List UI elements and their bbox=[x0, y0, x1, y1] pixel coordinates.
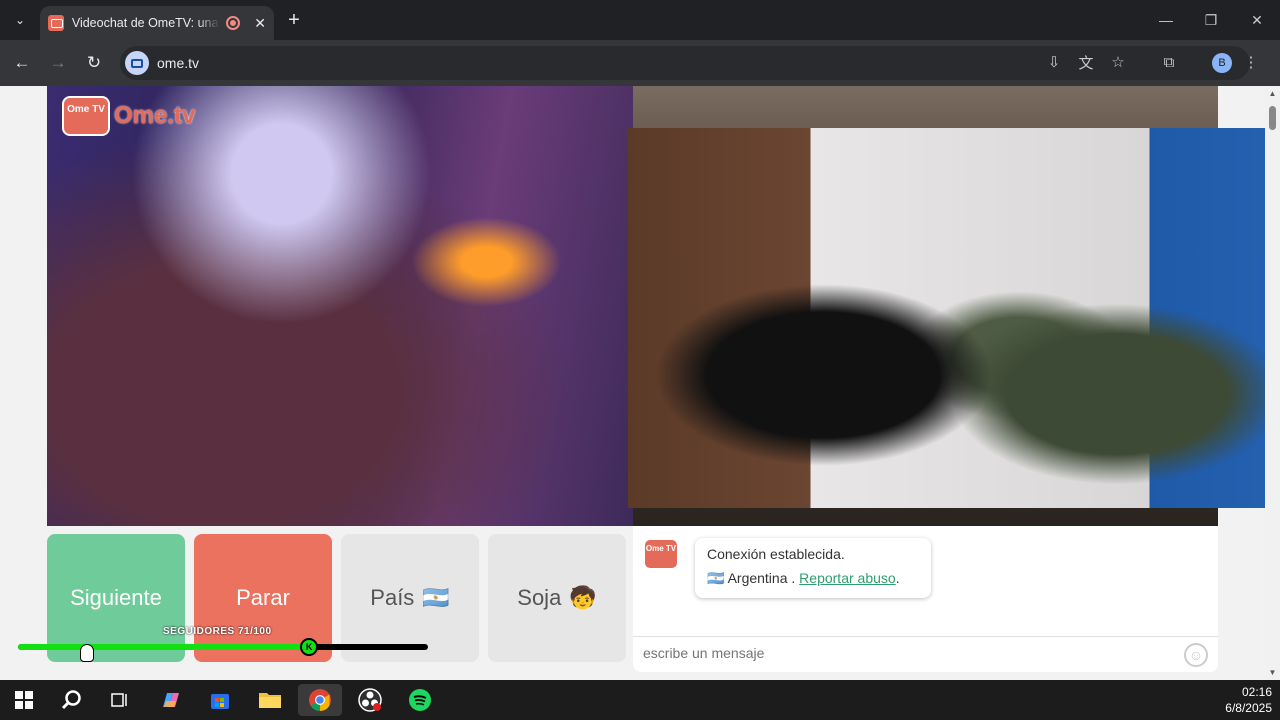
microsoft-store-icon[interactable] bbox=[198, 684, 242, 716]
clock-date: 6/8/2025 bbox=[1225, 701, 1272, 715]
tab-close-icon[interactable]: ✕ bbox=[254, 15, 266, 32]
copilot-icon[interactable] bbox=[148, 684, 192, 716]
minimize-button[interactable]: — bbox=[1151, 8, 1181, 32]
browser-titlebar: ⌄ Videochat de OmeTV: una a ✕ + — ❐ ✕ bbox=[0, 0, 1280, 40]
message-input[interactable] bbox=[643, 645, 1163, 661]
tab-search-chevron-icon[interactable]: ⌄ bbox=[8, 8, 32, 32]
recording-indicator-icon bbox=[226, 16, 241, 30]
chat-panel: Ome TV Conexión establecida. 🇦🇷 Argentin… bbox=[633, 526, 1218, 672]
system-message: Conexión establecida. 🇦🇷 Argentina . Rep… bbox=[695, 538, 931, 598]
stop-label: Parar bbox=[236, 585, 290, 610]
extensions-puzzle-icon[interactable]: ⧉ bbox=[1158, 51, 1180, 73]
windows-start-icon[interactable] bbox=[2, 684, 46, 716]
stranger-video bbox=[47, 86, 633, 526]
obs-studio-icon[interactable] bbox=[348, 684, 392, 716]
streamer-webcam-overlay bbox=[628, 128, 1280, 508]
followers-goal-label: SEGUIDORES 71/100 bbox=[163, 626, 272, 637]
emoji-smiley-icon[interactable]: ☺ bbox=[1184, 643, 1208, 667]
bookmark-star-icon[interactable]: ☆ bbox=[1107, 51, 1129, 73]
person-icon: 🧒 bbox=[569, 585, 597, 610]
gender-filter-button[interactable]: Soja 🧒 bbox=[488, 534, 626, 662]
next-button[interactable]: Siguiente bbox=[47, 534, 185, 662]
ometv-page: Ome TV Ome.tv Siguiente Parar País 🇦🇷 So… bbox=[0, 86, 1280, 680]
scroll-thumb[interactable] bbox=[1269, 106, 1276, 130]
logo-text: Ome.tv bbox=[114, 102, 196, 129]
tab-ometv[interactable]: Videochat de OmeTV: una a ✕ bbox=[40, 6, 274, 40]
translate-icon[interactable]: 文 bbox=[1075, 51, 1097, 73]
close-window-button[interactable]: ✕ bbox=[1242, 8, 1272, 32]
scroll-up-arrow-icon[interactable]: ▲ bbox=[1268, 89, 1277, 98]
tab-title: Videochat de OmeTV: una a bbox=[71, 16, 221, 30]
clock-time: 02:16 bbox=[1241, 685, 1272, 699]
kick-logo-icon: K bbox=[300, 638, 319, 656]
browser-toolbar: ← → ↻ ome.tv ⇩ 文 ☆ ⧉ B ⋮ bbox=[0, 40, 1280, 86]
country-label: País bbox=[370, 585, 415, 610]
country-line: 🇦🇷 Argentina . Reportar abuso. bbox=[707, 570, 919, 587]
page-scrollbar[interactable]: ▲ ▼ bbox=[1265, 86, 1280, 680]
country-filter-button[interactable]: País 🇦🇷 bbox=[341, 534, 479, 662]
next-label: Siguiente bbox=[70, 585, 162, 610]
followers-progress-fill bbox=[18, 644, 310, 650]
gender-label: Soja bbox=[517, 585, 562, 610]
spotify-icon[interactable] bbox=[398, 684, 442, 716]
file-explorer-icon[interactable] bbox=[248, 684, 292, 716]
chat-input-bar: ☺ bbox=[633, 636, 1218, 672]
site-info-camera-icon[interactable] bbox=[125, 51, 149, 75]
ometv-chat-avatar-icon: Ome TV bbox=[645, 540, 677, 568]
ometv-logo: Ome TV Ome.tv bbox=[62, 96, 195, 136]
search-icon[interactable] bbox=[50, 684, 94, 716]
mouse-cursor-hand-icon bbox=[80, 644, 94, 662]
report-abuse-link[interactable]: Reportar abuso bbox=[799, 570, 896, 586]
windows-taskbar: 02:16 6/8/2025 bbox=[0, 680, 1280, 720]
ometv-favicon-icon bbox=[48, 15, 64, 31]
url-text: ome.tv bbox=[157, 55, 200, 71]
chrome-icon[interactable] bbox=[298, 684, 342, 716]
task-view-icon[interactable] bbox=[98, 684, 142, 716]
forward-arrow-icon[interactable]: → bbox=[46, 51, 70, 75]
country-name: Argentina bbox=[727, 570, 788, 586]
restore-button[interactable]: ❐ bbox=[1196, 8, 1226, 32]
ometv-tv-icon: Ome TV bbox=[62, 96, 110, 136]
argentina-flag-icon: 🇦🇷 bbox=[707, 570, 725, 586]
new-tab-button[interactable]: + bbox=[282, 8, 306, 32]
more-menu-icon[interactable]: ⋮ bbox=[1240, 51, 1262, 73]
install-app-icon[interactable]: ⇩ bbox=[1043, 51, 1065, 73]
report-suffix: . bbox=[895, 570, 900, 586]
argentina-flag-icon: 🇦🇷 bbox=[422, 585, 450, 610]
reload-icon[interactable]: ↻ bbox=[82, 51, 106, 75]
connection-message: Conexión establecida. bbox=[707, 546, 845, 562]
scroll-down-arrow-icon[interactable]: ▼ bbox=[1268, 668, 1277, 677]
back-arrow-icon[interactable]: ← bbox=[10, 51, 34, 75]
country-separator: . bbox=[787, 570, 800, 586]
profile-avatar[interactable]: B bbox=[1212, 53, 1232, 73]
system-clock[interactable]: 02:16 6/8/2025 bbox=[1225, 684, 1272, 716]
